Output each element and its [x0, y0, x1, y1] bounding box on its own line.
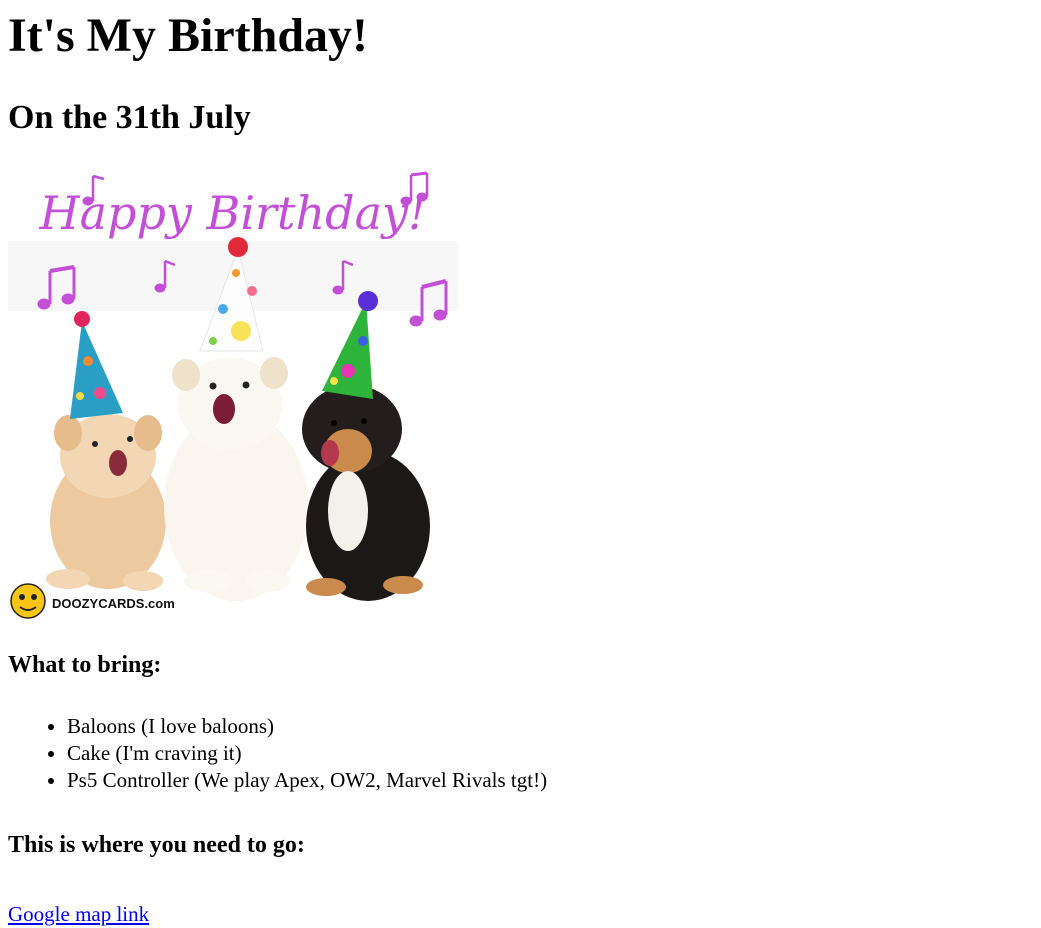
google-map-link[interactable]: Google map link [8, 901, 149, 928]
birthday-card-image: Happy Birthday! DOOZYCARDS.com [8, 161, 458, 623]
page-title: It's My Birthday! [8, 9, 368, 62]
bring-list: Baloons (I love baloons) Cake (I'm cravi… [8, 713, 1033, 794]
puppy-left [46, 414, 166, 591]
page-subtitle: On the 31th July [8, 99, 251, 136]
list-item: Baloons (I love baloons) [67, 713, 1033, 740]
list-item: Ps5 Controller (We play Apex, OW2, Marve… [67, 767, 1033, 794]
party-hat-left [70, 311, 123, 419]
doozycards-logo-icon [10, 583, 46, 619]
puppy-middle [164, 357, 308, 601]
list-item: Cake (I'm craving it) [67, 740, 1033, 767]
bring-heading: What to bring: [8, 652, 162, 678]
page: It's My Birthday! On the 31th July Happy… [0, 0, 1041, 928]
card-brand: DOOZYCARDS.com [52, 596, 175, 611]
puppy-right [302, 385, 430, 601]
card-headline: Happy Birthday! [38, 186, 426, 240]
location-heading: This is where you need to go: [8, 832, 305, 858]
